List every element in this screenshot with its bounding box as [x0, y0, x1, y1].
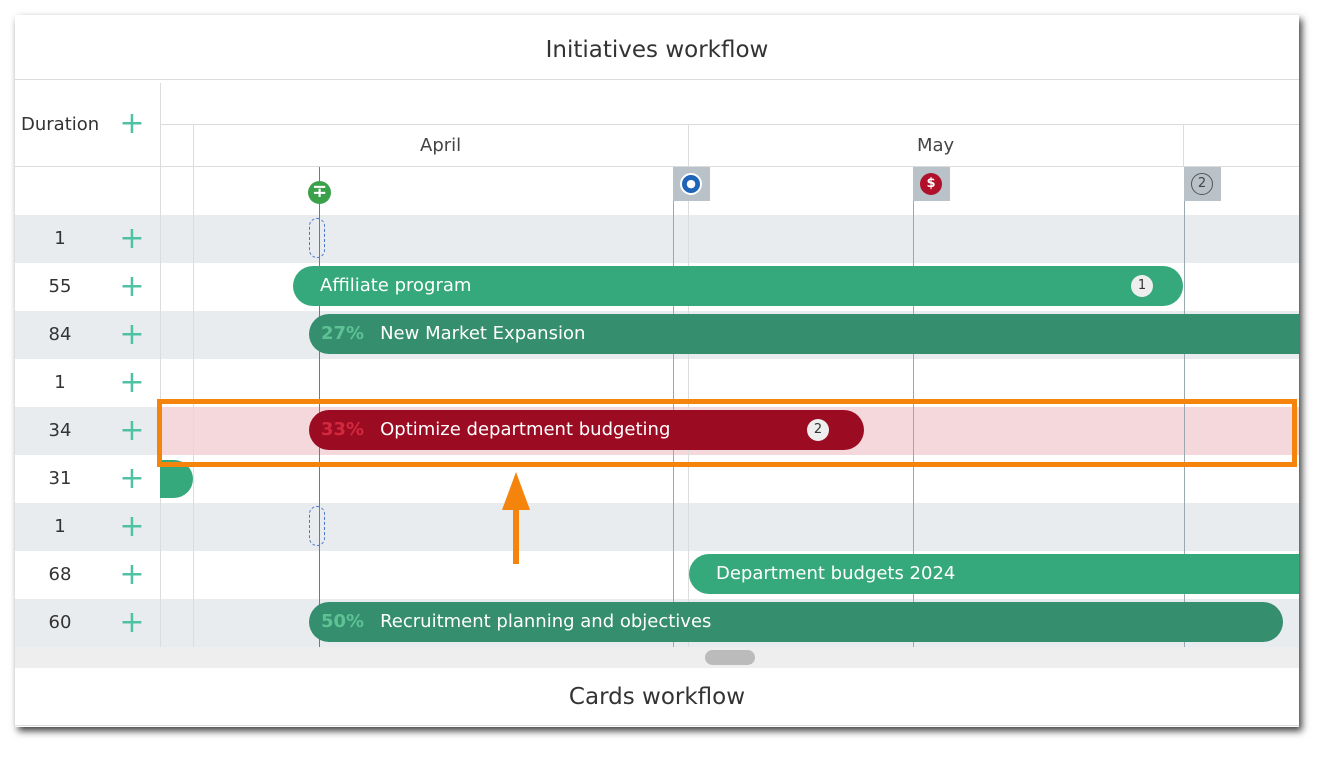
duration-cell: 84 [48, 324, 72, 345]
duration-cell: 31 [48, 468, 72, 489]
duration-cell: 55 [48, 276, 72, 297]
footer-divider [15, 725, 1299, 726]
annotation-arrow-shaft [513, 508, 519, 564]
month-may: May [917, 135, 955, 156]
add-row-plus-icon[interactable]: + [119, 368, 145, 398]
bar-label: Recruitment planning and objectives [380, 611, 712, 632]
milestone-water-drop[interactable]: ● [673, 167, 710, 201]
duration-cell: 1 [54, 516, 66, 537]
number-2-icon: 2 [1191, 173, 1213, 195]
initiative-bar-affiliate-program[interactable]: Affiliate program 1 [293, 266, 1183, 306]
dollar-icon: $ [920, 173, 942, 195]
add-row-plus-icon[interactable]: + [119, 608, 145, 638]
add-row-plus-icon[interactable]: + [119, 272, 145, 302]
add-row-plus-icon[interactable]: + [119, 224, 145, 254]
bar-label: Affiliate program [320, 275, 472, 296]
row-highlight-annotation [157, 399, 1297, 467]
horizontal-scrollbar-track[interactable] [15, 647, 1299, 668]
annotation-arrow-head [502, 472, 530, 510]
bar-label: New Market Expansion [380, 323, 586, 344]
cards-workflow-title: Cards workflow [568, 684, 746, 710]
grid-line [1183, 125, 1184, 167]
left-column-divider [160, 83, 161, 647]
title-divider [15, 79, 1299, 80]
bar-progress: 27% [321, 323, 365, 344]
grid-line [193, 125, 194, 647]
duration-cell: 68 [48, 564, 72, 585]
bar-progress: 50% [321, 611, 365, 632]
milestone-dollar[interactable]: $ [913, 167, 950, 201]
month-header-top-divider [160, 124, 1299, 125]
add-column-plus-icon[interactable]: + [119, 109, 145, 139]
duration-cell: 1 [54, 372, 66, 393]
table-row [15, 503, 1299, 551]
table-row [15, 215, 1299, 263]
today-marker-icon[interactable]: ∓ [308, 181, 331, 204]
horizontal-scrollbar-thumb[interactable] [705, 650, 755, 665]
milestone-number-2[interactable]: 2 [1184, 167, 1221, 201]
duration-column-header: Duration [21, 114, 100, 135]
duration-cell: 1 [54, 228, 66, 249]
panel-title: Initiatives workflow [545, 37, 769, 63]
add-row-plus-icon[interactable]: + [119, 512, 145, 542]
duration-cell: 60 [48, 612, 72, 633]
add-row-plus-icon[interactable]: + [119, 320, 145, 350]
initiative-bar-department-budgets-2024[interactable]: Department budgets 2024 [689, 554, 1299, 594]
milestone-placeholder[interactable] [309, 218, 325, 258]
initiative-bar-recruitment-planning[interactable]: 50% Recruitment planning and objectives [309, 602, 1283, 642]
initiatives-panel: Initiatives workflow Duration + April Ma… [15, 15, 1299, 727]
water-drop-icon: ● [680, 173, 702, 195]
bar-label: Department budgets 2024 [716, 563, 956, 584]
header-bottom-divider [15, 166, 1299, 167]
bar-count-badge: 1 [1131, 275, 1153, 297]
initiative-bar-new-market-expansion[interactable]: 27% New Market Expansion [309, 314, 1299, 354]
month-april: April [420, 135, 462, 156]
add-row-plus-icon[interactable]: + [119, 416, 145, 446]
milestone-placeholder[interactable] [309, 506, 325, 546]
duration-cell: 34 [48, 420, 72, 441]
add-row-plus-icon[interactable]: + [119, 560, 145, 590]
add-row-plus-icon[interactable]: + [119, 464, 145, 494]
